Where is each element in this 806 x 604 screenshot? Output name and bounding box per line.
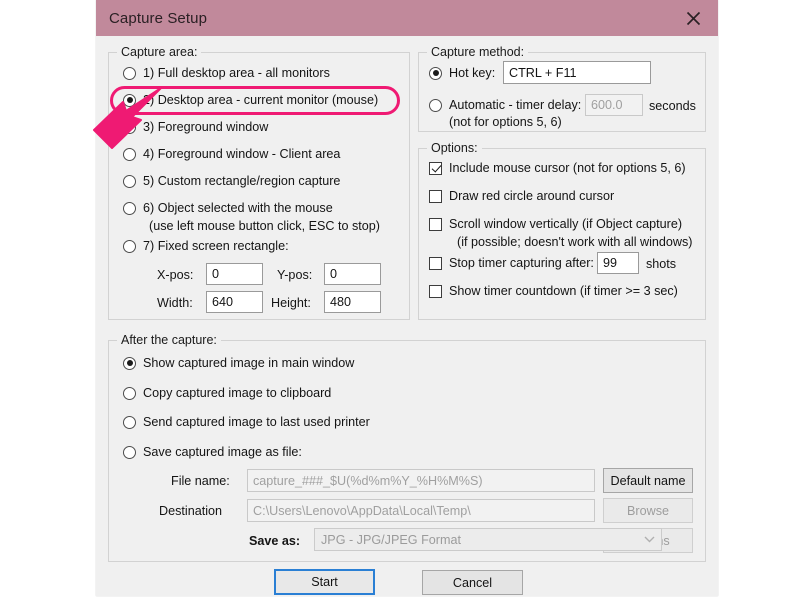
checkbox-label: Stop timer capturing after:	[449, 256, 594, 270]
radio-capture-area-1[interactable]: 1) Full desktop area - all monitors	[123, 66, 330, 80]
shots-label: shots	[646, 257, 677, 271]
timer-delay-input[interactable]: 600.0	[585, 94, 643, 116]
radio-copy-to-clipboard[interactable]: Copy captured image to clipboard	[123, 386, 331, 400]
radio-label: 6) Object selected with the mouse	[143, 201, 333, 215]
ypos-input[interactable]: 0	[324, 263, 381, 285]
radio-indicator[interactable]	[123, 415, 136, 429]
capture-method-legend: Capture method:	[427, 45, 529, 59]
radio-label: Send captured image to last used printer	[143, 415, 370, 429]
radio-hotkey[interactable]: Hot key:	[429, 66, 495, 80]
radio-label: 3) Foreground window	[143, 120, 269, 134]
file-name-input[interactable]: capture_###_$U(%d%m%Y_%H%M%S)	[247, 469, 595, 492]
options-legend: Options:	[427, 141, 482, 155]
browse-button[interactable]: Browse	[603, 498, 693, 523]
checkbox-include-mouse-cursor[interactable]: Include mouse cursor (not for options 5,…	[429, 161, 686, 175]
ypos-label: Y-pos:	[277, 268, 313, 282]
radio-show-in-main-window[interactable]: Show captured image in main window	[123, 356, 354, 370]
radio-indicator[interactable]	[123, 356, 136, 370]
radio-indicator[interactable]	[429, 98, 442, 112]
checkbox-label: Include mouse cursor (not for options 5,…	[449, 161, 686, 175]
auto-timer-label: Automatic - timer delay:	[449, 98, 582, 112]
xpos-label: X-pos:	[157, 268, 194, 282]
shots-input[interactable]: 99	[597, 252, 639, 274]
checkbox-indicator[interactable]	[429, 256, 442, 270]
auto-timer-note: (not for options 5, 6)	[449, 115, 562, 129]
radio-label: 1) Full desktop area - all monitors	[143, 66, 330, 80]
checkbox-stop-timer[interactable]: Stop timer capturing after:	[429, 256, 594, 270]
radio-indicator[interactable]	[123, 239, 136, 253]
width-input[interactable]: 640	[206, 291, 263, 313]
hotkey-input[interactable]: CTRL + F11	[503, 61, 651, 84]
radio-indicator[interactable]	[123, 66, 136, 80]
radio-indicator[interactable]	[123, 386, 136, 400]
capture-method-group: Capture method: Hot key: CTRL + F11 Auto…	[418, 45, 706, 132]
title-bar: Capture Setup	[96, 0, 718, 36]
checkbox-indicator[interactable]	[429, 161, 442, 175]
checkbox-label: Draw red circle around cursor	[449, 189, 615, 203]
capture-area-legend: Capture area:	[117, 45, 202, 59]
scroll-window-note: (if possible; doesn't work with all wind…	[457, 235, 693, 249]
height-input[interactable]: 480	[324, 291, 381, 313]
radio-send-to-printer[interactable]: Send captured image to last used printer	[123, 415, 370, 429]
checkbox-label: Show timer countdown (if timer >= 3 sec)	[449, 284, 678, 298]
window-title: Capture Setup	[109, 9, 208, 27]
after-capture-legend: After the capture:	[117, 333, 221, 347]
seconds-label: seconds	[649, 99, 696, 113]
radio-capture-area-7[interactable]: 7) Fixed screen rectangle:	[123, 239, 289, 253]
save-as-value: JPG - JPG/JPEG Format	[321, 532, 461, 547]
radio-save-as-file[interactable]: Save captured image as file:	[123, 445, 302, 459]
radio-capture-area-4[interactable]: 4) Foreground window - Client area	[123, 147, 340, 161]
radio-indicator[interactable]	[123, 201, 136, 215]
capture-area-option6-note: (use left mouse button click, ESC to sto…	[149, 219, 380, 233]
radio-capture-area-3[interactable]: 3) Foreground window	[123, 120, 268, 134]
radio-indicator[interactable]	[123, 174, 136, 188]
radio-capture-area-6[interactable]: 6) Object selected with the mouse	[123, 201, 333, 215]
capture-area-group: Capture area: 1) Full desktop area - all…	[108, 45, 410, 320]
checkbox-show-countdown[interactable]: Show timer countdown (if timer >= 3 sec)	[429, 284, 678, 298]
options-group: Options: Include mouse cursor (not for o…	[418, 141, 706, 320]
xpos-input[interactable]: 0	[206, 263, 263, 285]
radio-label: Show captured image in main window	[143, 356, 355, 370]
default-name-button[interactable]: Default name	[603, 468, 693, 493]
checkbox-indicator[interactable]	[429, 284, 442, 298]
radio-indicator[interactable]	[123, 445, 136, 459]
radio-capture-area-5[interactable]: 5) Custom rectangle/region capture	[123, 174, 340, 188]
destination-label: Destination	[159, 504, 223, 518]
cancel-button[interactable]: Cancel	[422, 570, 523, 595]
checkbox-label: Scroll window vertically (if Object capt…	[449, 217, 683, 231]
checkbox-indicator[interactable]	[429, 189, 442, 203]
save-as-format-dropdown[interactable]: JPG - JPG/JPEG Format	[314, 528, 662, 551]
checkbox-scroll-window[interactable]: Scroll window vertically (if Object capt…	[429, 217, 682, 231]
radio-label: 2) Desktop area - current monitor (mouse…	[143, 93, 379, 107]
chevron-down-icon	[637, 536, 661, 543]
radio-label: Save captured image as file:	[143, 445, 302, 459]
radio-indicator[interactable]	[123, 120, 136, 134]
radio-indicator[interactable]	[123, 147, 136, 161]
radio-indicator[interactable]	[123, 93, 136, 107]
start-button[interactable]: Start	[274, 569, 375, 595]
width-label: Width:	[157, 296, 193, 310]
radio-label: 5) Custom rectangle/region capture	[143, 174, 341, 188]
radio-label: 4) Foreground window - Client area	[143, 147, 341, 161]
hotkey-label: Hot key:	[449, 66, 496, 80]
radio-indicator[interactable]	[429, 66, 442, 80]
file-name-label: File name:	[171, 474, 230, 488]
radio-label: Copy captured image to clipboard	[143, 386, 332, 400]
radio-auto-timer[interactable]: Automatic - timer delay:	[429, 98, 581, 112]
destination-input[interactable]: C:\Users\Lenovo\AppData\Local\Temp\	[247, 499, 595, 522]
close-icon[interactable]	[676, 4, 710, 32]
capture-setup-dialog: Capture Setup Capture area: 1) Full desk…	[96, 0, 718, 596]
radio-label: 7) Fixed screen rectangle:	[143, 239, 289, 253]
radio-capture-area-2[interactable]: 2) Desktop area - current monitor (mouse…	[123, 93, 378, 107]
checkbox-draw-red-circle[interactable]: Draw red circle around cursor	[429, 189, 614, 203]
height-label: Height:	[271, 296, 311, 310]
checkbox-indicator[interactable]	[429, 217, 442, 231]
save-as-label: Save as:	[249, 534, 301, 548]
